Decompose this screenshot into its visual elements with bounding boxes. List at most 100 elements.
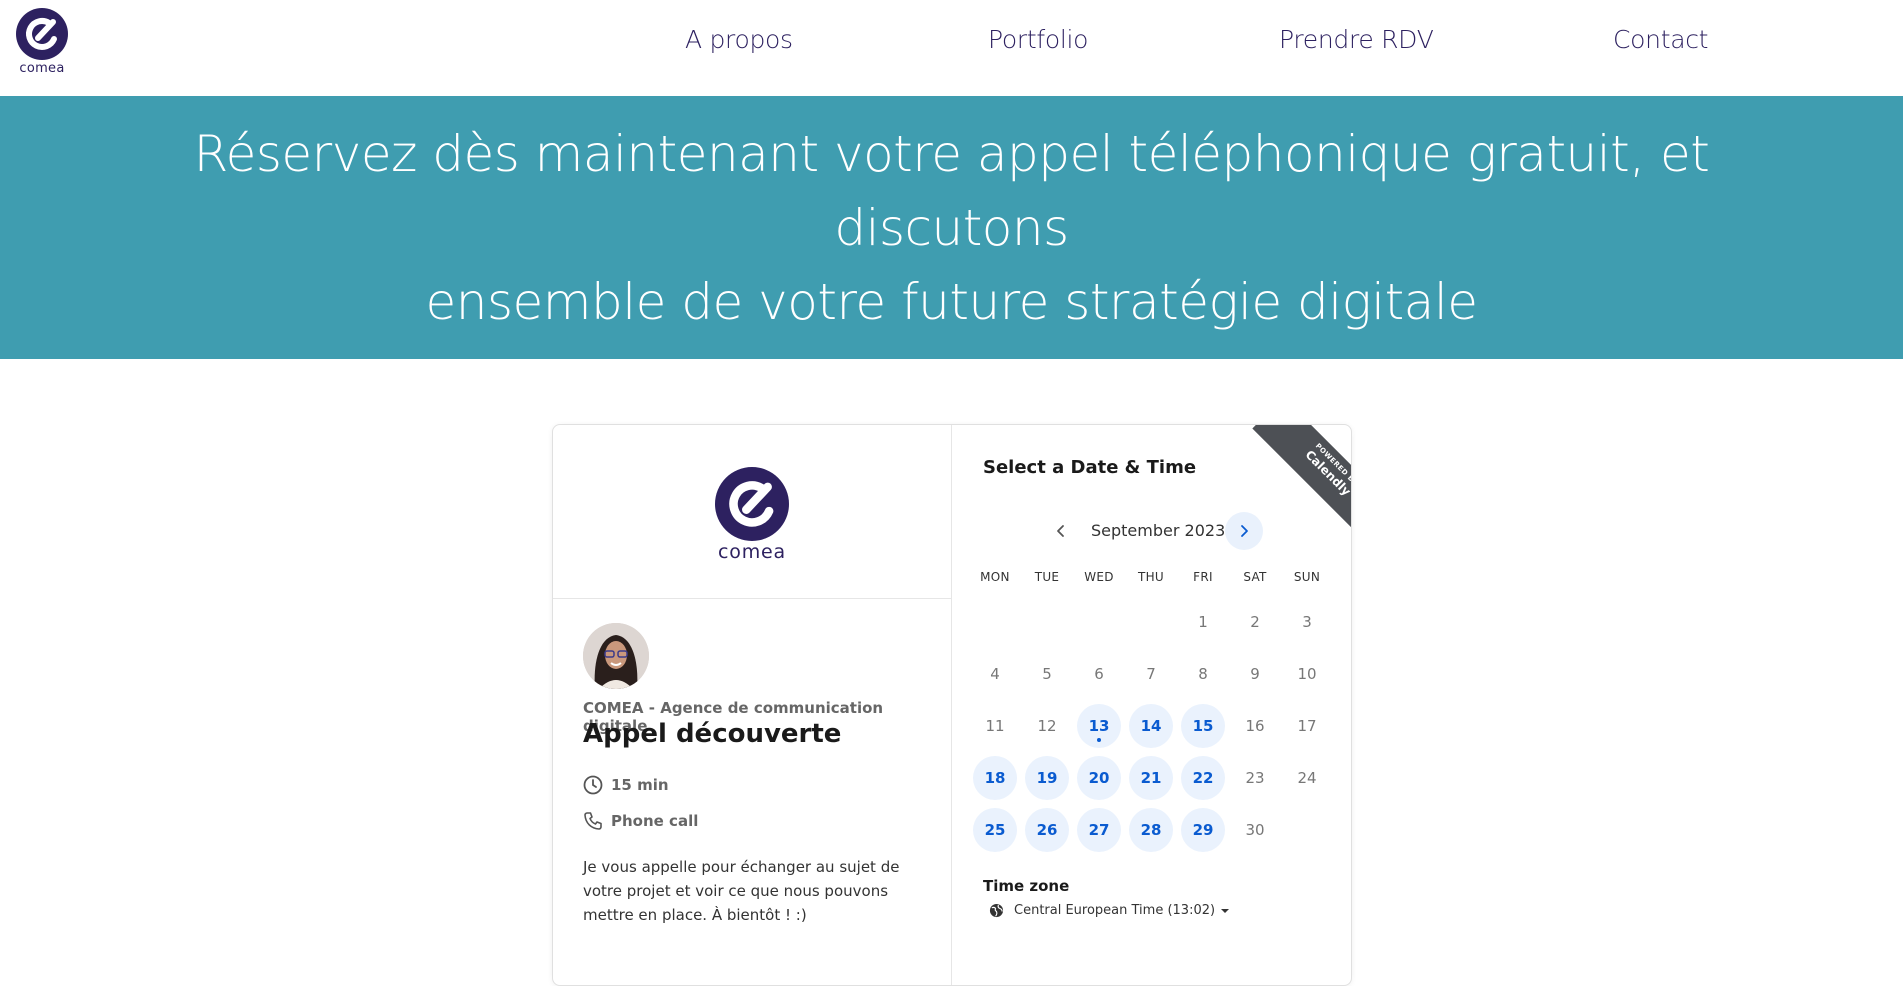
nav-link-prendre-rdv[interactable]: Prendre RDV bbox=[1279, 25, 1434, 54]
hero-heading-line-2: ensemble de votre future stratégie digit… bbox=[425, 272, 1478, 331]
organizer-avatar-image bbox=[583, 623, 649, 689]
calendar-day-number: 18 bbox=[984, 769, 1006, 787]
calendar-day-available[interactable]: 14 bbox=[1129, 704, 1173, 748]
calendar-day-number: 5 bbox=[1042, 665, 1052, 683]
calendar-day-number: 29 bbox=[1192, 821, 1214, 839]
caret-down-icon bbox=[1221, 908, 1230, 913]
chevron-right-icon bbox=[1241, 525, 1248, 537]
calendar-day-number: 8 bbox=[1198, 665, 1208, 683]
event-description: Je vous appelle pour échanger au sujet d… bbox=[583, 858, 900, 924]
calendar-day-available[interactable]: 15 bbox=[1181, 704, 1225, 748]
nav-link-a-propos[interactable]: A propos bbox=[685, 25, 793, 54]
calendar-day-available[interactable]: 21 bbox=[1129, 756, 1173, 800]
clock-icon bbox=[583, 775, 603, 795]
top-nav: comea A propos Portfolio Prendre RDV Con… bbox=[0, 0, 1903, 96]
calendar-day-available[interactable]: 18 bbox=[973, 756, 1017, 800]
timezone-label: Time zone bbox=[983, 877, 1070, 895]
calendar-day-available[interactable]: 29 bbox=[1181, 808, 1225, 852]
weekday-2: WED bbox=[1084, 570, 1114, 584]
event-details-panel: comea COMEA - Agence de communication di… bbox=[553, 425, 952, 985]
calendar-day-number: 6 bbox=[1094, 665, 1104, 683]
calendar-day-number: 21 bbox=[1140, 769, 1162, 787]
calendar-day: 24 bbox=[1285, 756, 1329, 800]
calendar-day-available[interactable]: 26 bbox=[1025, 808, 1069, 852]
calendar-day: 1 bbox=[1181, 600, 1225, 644]
event-location-text: Phone call bbox=[611, 812, 699, 830]
timezone-select[interactable]: Central European Time (13:02) bbox=[989, 903, 1240, 918]
weekday-1: TUE bbox=[1034, 570, 1060, 584]
calendar-day: 30 bbox=[1233, 808, 1277, 852]
calendar-day-number: 19 bbox=[1036, 769, 1058, 787]
date-time-heading: Select a Date & Time bbox=[983, 457, 1197, 478]
calendar-day-number: 26 bbox=[1036, 821, 1058, 839]
calendar-day-number: 7 bbox=[1146, 665, 1156, 683]
hero-banner: Réservez dès maintenant votre appel télé… bbox=[0, 96, 1903, 359]
event-location: Phone call bbox=[583, 811, 698, 831]
calendar-day: 2 bbox=[1233, 600, 1277, 644]
previous-month-button[interactable] bbox=[1047, 517, 1075, 545]
site-logo[interactable]: comea bbox=[14, 8, 70, 76]
calendar-day-number: 15 bbox=[1192, 717, 1214, 735]
calendar-day-number: 3 bbox=[1302, 613, 1312, 631]
today-indicator bbox=[1097, 738, 1101, 742]
organizer-avatar bbox=[583, 623, 649, 689]
weekday-4: FRI bbox=[1193, 570, 1213, 584]
comea-logo-icon bbox=[715, 467, 789, 541]
calendar-day: 10 bbox=[1285, 652, 1329, 696]
calendar-day-number: 24 bbox=[1297, 769, 1317, 787]
calendar-day-available[interactable]: 28 bbox=[1129, 808, 1173, 852]
calendar-day: 11 bbox=[973, 704, 1017, 748]
calendar-day: 9 bbox=[1233, 652, 1277, 696]
timezone-value: Central European Time (13:02) bbox=[1014, 903, 1216, 918]
calendar-day-available[interactable]: 27 bbox=[1077, 808, 1121, 852]
calendar-day-number: 10 bbox=[1297, 665, 1317, 683]
weekday-5: SAT bbox=[1243, 570, 1267, 584]
calendar-day-number: 22 bbox=[1192, 769, 1214, 787]
phone-icon bbox=[584, 812, 602, 830]
calendar-day-available[interactable]: 22 bbox=[1181, 756, 1225, 800]
powered-by-calendly-badge[interactable]: POWERED BY Calendly bbox=[1251, 425, 1351, 531]
weekday-3: THU bbox=[1137, 570, 1165, 584]
calendar-day-number: 1 bbox=[1198, 613, 1208, 631]
calendar-day-available[interactable]: 19 bbox=[1025, 756, 1069, 800]
calendar-day-available[interactable]: 25 bbox=[973, 808, 1017, 852]
calendar-day: 16 bbox=[1233, 704, 1277, 748]
chevron-left-icon bbox=[1057, 525, 1064, 537]
calendar-day-number: 12 bbox=[1037, 717, 1057, 735]
globe-icon bbox=[989, 903, 1004, 918]
calendar-day-number: 11 bbox=[985, 717, 1005, 735]
calendar-day: 3 bbox=[1285, 600, 1329, 644]
calendar-day-available[interactable]: 13 bbox=[1077, 704, 1121, 748]
calendar-day-number: 2 bbox=[1250, 613, 1260, 631]
calendar-day: 5 bbox=[1025, 652, 1069, 696]
weekday-6: SUN bbox=[1293, 570, 1321, 584]
calendar-day: 4 bbox=[973, 652, 1017, 696]
calendar-day: 6 bbox=[1077, 652, 1121, 696]
calendar-day: 12 bbox=[1025, 704, 1069, 748]
calendar-day-available[interactable]: 20 bbox=[1077, 756, 1121, 800]
event-duration-text: 15 min bbox=[611, 776, 669, 794]
calendar-day-number: 23 bbox=[1245, 769, 1265, 787]
nav-link-contact[interactable]: Contact bbox=[1613, 25, 1708, 54]
current-month: September 2023 bbox=[1091, 521, 1226, 540]
calendar-day: 8 bbox=[1181, 652, 1225, 696]
calendar-day-number: 25 bbox=[984, 821, 1006, 839]
hero-heading-line-1: Réservez dès maintenant votre appel télé… bbox=[193, 124, 1710, 257]
hero-heading: Réservez dès maintenant votre appel télé… bbox=[172, 117, 1732, 339]
calendar-day-number: 4 bbox=[990, 665, 1000, 683]
calendar-day: 23 bbox=[1233, 756, 1277, 800]
calendar-day-number: 9 bbox=[1250, 665, 1260, 683]
weekday-0: MON bbox=[980, 570, 1010, 584]
event-title: Appel découverte bbox=[583, 719, 842, 749]
calendar-day-number: 14 bbox=[1140, 717, 1162, 735]
event-brand-logo: comea bbox=[553, 425, 951, 599]
calendar-day: 17 bbox=[1285, 704, 1329, 748]
comea-logo-icon bbox=[16, 8, 68, 60]
calendar-day-number: 17 bbox=[1297, 717, 1317, 735]
calendar-day-number: 30 bbox=[1245, 821, 1265, 839]
calendar-day-number: 27 bbox=[1088, 821, 1110, 839]
event-duration: 15 min bbox=[583, 775, 669, 795]
calendar-day-number: 16 bbox=[1245, 717, 1265, 735]
nav-link-portfolio[interactable]: Portfolio bbox=[988, 25, 1088, 54]
logo-wordmark: comea bbox=[19, 61, 65, 76]
